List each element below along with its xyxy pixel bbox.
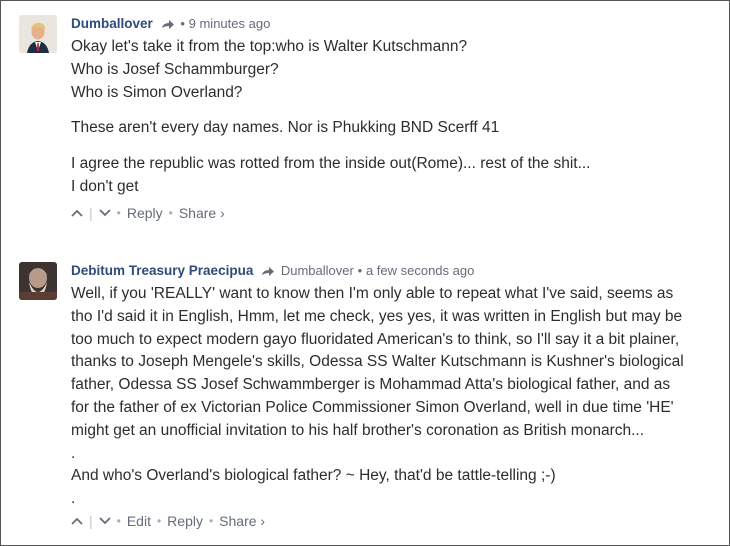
- comments-panel: Dumballover • 9 minutes ago Okay let's t…: [0, 0, 730, 546]
- comment-body: Dumballover • 9 minutes ago Okay let's t…: [71, 15, 719, 221]
- avatar[interactable]: [19, 262, 57, 300]
- avatar[interactable]: [19, 15, 57, 53]
- text-line: father, Odessa SS Josef Schwammberger is…: [71, 376, 671, 394]
- text-line: And who's Overland's biological father? …: [71, 467, 556, 485]
- divider: |: [89, 204, 93, 221]
- text-line: I agree the republic was rotted from the…: [71, 155, 591, 173]
- chevron-up-icon: [71, 209, 83, 217]
- text-line: thanks to Joseph Mengele's skills, Odess…: [71, 353, 684, 371]
- text-line: tho I'd said it in English, Hmm, let me …: [71, 307, 683, 325]
- text-line: .: [71, 490, 76, 508]
- text-line: .: [71, 444, 76, 462]
- text-line: Well, if you 'REALLY' want to know then …: [71, 285, 674, 302]
- comment-body: Debitum Treasury Praecipua Dumballover •…: [71, 262, 719, 529]
- upvote-button[interactable]: [71, 209, 83, 217]
- reply-arrow-icon: [262, 266, 275, 276]
- chevron-down-icon: [99, 209, 111, 217]
- timestamp[interactable]: 9 minutes ago: [189, 16, 271, 31]
- reply-arrow-icon: [161, 19, 174, 29]
- bullet: •: [208, 513, 214, 528]
- reply-button[interactable]: Reply: [127, 205, 163, 221]
- divider: |: [89, 512, 93, 529]
- share-button[interactable]: Share ›: [179, 205, 225, 221]
- bullet: •: [357, 263, 363, 278]
- user-avatar-icon: [19, 262, 57, 300]
- user-avatar-icon: [19, 15, 57, 53]
- bullet: •: [116, 205, 121, 220]
- bullet: •: [180, 16, 185, 31]
- downvote-button[interactable]: [99, 517, 111, 525]
- downvote-button[interactable]: [99, 209, 111, 217]
- text-line: Who is Josef Schammburger?: [71, 60, 279, 78]
- text-line: These aren't every day names. Nor is Phu…: [71, 119, 500, 137]
- text-line: for the father of ex Victorian Police Co…: [71, 398, 674, 416]
- reply-button[interactable]: Reply: [167, 513, 203, 529]
- timestamp[interactable]: a few seconds ago: [366, 263, 474, 278]
- share-button[interactable]: Share ›: [219, 513, 265, 529]
- comment-header: Debitum Treasury Praecipua Dumballover •…: [71, 262, 719, 280]
- bullet: •: [116, 513, 121, 528]
- bullet: •: [156, 513, 162, 528]
- upvote-button[interactable]: [71, 517, 83, 525]
- bullet: •: [168, 205, 173, 220]
- author-name[interactable]: Dumballover: [71, 16, 153, 31]
- comment-text: Well, if you 'REALLY' want to know then …: [71, 283, 719, 511]
- comment-actions: | • Reply • Share ›: [71, 205, 719, 221]
- text-line: might get an unofficial invitation to hi…: [71, 421, 645, 439]
- chevron-up-icon: [71, 517, 83, 525]
- text-line: too much to expect modern gayo fluoridat…: [71, 330, 680, 348]
- text-line: I don't get: [71, 177, 139, 195]
- comment-header: Dumballover • 9 minutes ago: [71, 15, 719, 33]
- author-name[interactable]: Debitum Treasury Praecipua: [71, 263, 253, 278]
- text-line: Okay let's take it from the top:who is W…: [71, 38, 468, 55]
- text-line: Who is Simon Overland?: [71, 83, 243, 101]
- comment-actions: | • Edit • Reply • Share ›: [71, 513, 719, 529]
- chevron-down-icon: [99, 517, 111, 525]
- comment-text: Okay let's take it from the top:who is W…: [71, 36, 719, 199]
- reply-to-name[interactable]: Dumballover: [281, 263, 354, 278]
- edit-button[interactable]: Edit: [127, 513, 151, 529]
